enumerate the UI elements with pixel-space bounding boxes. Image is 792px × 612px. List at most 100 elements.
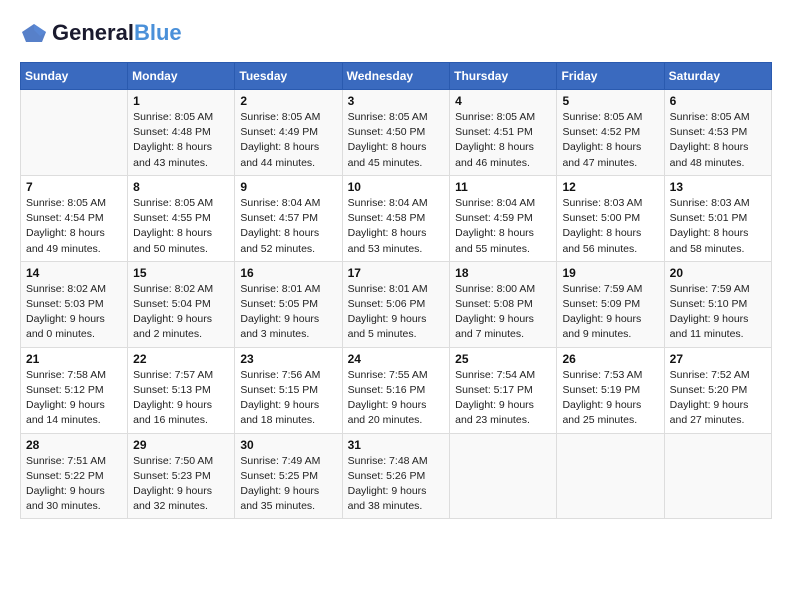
day-cell: 3 Sunrise: 8:05 AMSunset: 4:50 PMDaylight… bbox=[342, 90, 450, 176]
day-number: 11 bbox=[455, 180, 551, 194]
page-header: GeneralBlue bbox=[20, 20, 772, 46]
day-number: 5 bbox=[562, 94, 658, 108]
day-info: Sunrise: 8:05 AMSunset: 4:52 PMDaylight:… bbox=[562, 110, 658, 171]
day-cell: 29 Sunrise: 7:50 AMSunset: 5:23 PMDayligh… bbox=[128, 433, 235, 519]
day-cell: 9 Sunrise: 8:04 AMSunset: 4:57 PMDaylight… bbox=[235, 175, 342, 261]
day-cell: 12 Sunrise: 8:03 AMSunset: 5:00 PMDayligh… bbox=[557, 175, 664, 261]
day-number: 1 bbox=[133, 94, 229, 108]
day-info: Sunrise: 7:55 AMSunset: 5:16 PMDaylight:… bbox=[348, 368, 445, 429]
header-saturday: Saturday bbox=[664, 63, 771, 90]
week-row-2: 7 Sunrise: 8:05 AMSunset: 4:54 PMDaylight… bbox=[21, 175, 772, 261]
day-cell: 4 Sunrise: 8:05 AMSunset: 4:51 PMDaylight… bbox=[450, 90, 557, 176]
day-number: 9 bbox=[240, 180, 336, 194]
day-info: Sunrise: 8:05 AMSunset: 4:49 PMDaylight:… bbox=[240, 110, 336, 171]
day-cell: 18 Sunrise: 8:00 AMSunset: 5:08 PMDayligh… bbox=[450, 261, 557, 347]
calendar-header-row: SundayMondayTuesdayWednesdayThursdayFrid… bbox=[21, 63, 772, 90]
day-cell bbox=[21, 90, 128, 176]
day-info: Sunrise: 8:05 AMSunset: 4:51 PMDaylight:… bbox=[455, 110, 551, 171]
day-info: Sunrise: 8:05 AMSunset: 4:55 PMDaylight:… bbox=[133, 196, 229, 257]
day-number: 10 bbox=[348, 180, 445, 194]
day-info: Sunrise: 7:53 AMSunset: 5:19 PMDaylight:… bbox=[562, 368, 658, 429]
day-cell: 6 Sunrise: 8:05 AMSunset: 4:53 PMDaylight… bbox=[664, 90, 771, 176]
header-friday: Friday bbox=[557, 63, 664, 90]
week-row-5: 28 Sunrise: 7:51 AMSunset: 5:22 PMDayligh… bbox=[21, 433, 772, 519]
day-info: Sunrise: 8:02 AMSunset: 5:03 PMDaylight:… bbox=[26, 282, 122, 343]
day-info: Sunrise: 8:04 AMSunset: 4:57 PMDaylight:… bbox=[240, 196, 336, 257]
day-number: 22 bbox=[133, 352, 229, 366]
day-cell: 13 Sunrise: 8:03 AMSunset: 5:01 PMDayligh… bbox=[664, 175, 771, 261]
week-row-1: 1 Sunrise: 8:05 AMSunset: 4:48 PMDaylight… bbox=[21, 90, 772, 176]
day-info: Sunrise: 8:01 AMSunset: 5:06 PMDaylight:… bbox=[348, 282, 445, 343]
day-cell: 28 Sunrise: 7:51 AMSunset: 5:22 PMDayligh… bbox=[21, 433, 128, 519]
day-info: Sunrise: 7:59 AMSunset: 5:09 PMDaylight:… bbox=[562, 282, 658, 343]
day-cell: 22 Sunrise: 7:57 AMSunset: 5:13 PMDayligh… bbox=[128, 347, 235, 433]
day-number: 26 bbox=[562, 352, 658, 366]
day-info: Sunrise: 7:57 AMSunset: 5:13 PMDaylight:… bbox=[133, 368, 229, 429]
day-number: 19 bbox=[562, 266, 658, 280]
day-info: Sunrise: 7:48 AMSunset: 5:26 PMDaylight:… bbox=[348, 454, 445, 515]
day-number: 3 bbox=[348, 94, 445, 108]
day-number: 14 bbox=[26, 266, 122, 280]
logo-icon bbox=[20, 22, 48, 44]
day-number: 18 bbox=[455, 266, 551, 280]
day-cell: 11 Sunrise: 8:04 AMSunset: 4:59 PMDayligh… bbox=[450, 175, 557, 261]
day-cell bbox=[664, 433, 771, 519]
day-cell: 10 Sunrise: 8:04 AMSunset: 4:58 PMDayligh… bbox=[342, 175, 450, 261]
day-number: 21 bbox=[26, 352, 122, 366]
day-info: Sunrise: 7:58 AMSunset: 5:12 PMDaylight:… bbox=[26, 368, 122, 429]
header-wednesday: Wednesday bbox=[342, 63, 450, 90]
day-cell: 21 Sunrise: 7:58 AMSunset: 5:12 PMDayligh… bbox=[21, 347, 128, 433]
day-number: 29 bbox=[133, 438, 229, 452]
day-info: Sunrise: 8:05 AMSunset: 4:50 PMDaylight:… bbox=[348, 110, 445, 171]
day-number: 31 bbox=[348, 438, 445, 452]
day-info: Sunrise: 8:00 AMSunset: 5:08 PMDaylight:… bbox=[455, 282, 551, 343]
day-number: 6 bbox=[670, 94, 766, 108]
day-info: Sunrise: 7:54 AMSunset: 5:17 PMDaylight:… bbox=[455, 368, 551, 429]
day-info: Sunrise: 8:05 AMSunset: 4:48 PMDaylight:… bbox=[133, 110, 229, 171]
header-tuesday: Tuesday bbox=[235, 63, 342, 90]
day-cell: 1 Sunrise: 8:05 AMSunset: 4:48 PMDaylight… bbox=[128, 90, 235, 176]
day-info: Sunrise: 8:03 AMSunset: 5:00 PMDaylight:… bbox=[562, 196, 658, 257]
day-info: Sunrise: 7:52 AMSunset: 5:20 PMDaylight:… bbox=[670, 368, 766, 429]
day-cell: 23 Sunrise: 7:56 AMSunset: 5:15 PMDayligh… bbox=[235, 347, 342, 433]
day-number: 28 bbox=[26, 438, 122, 452]
day-info: Sunrise: 8:05 AMSunset: 4:53 PMDaylight:… bbox=[670, 110, 766, 171]
day-info: Sunrise: 8:04 AMSunset: 4:59 PMDaylight:… bbox=[455, 196, 551, 257]
logo-text: GeneralBlue bbox=[52, 20, 182, 46]
day-cell: 30Sunrise: 7:49 AMSunset: 5:25 PMDayligh… bbox=[235, 433, 342, 519]
day-info: Sunrise: 8:03 AMSunset: 5:01 PMDaylight:… bbox=[670, 196, 766, 257]
day-info: Sunrise: 7:51 AMSunset: 5:22 PMDaylight:… bbox=[26, 454, 122, 515]
day-info: Sunrise: 8:02 AMSunset: 5:04 PMDaylight:… bbox=[133, 282, 229, 343]
day-number: 17 bbox=[348, 266, 445, 280]
week-row-3: 14 Sunrise: 8:02 AMSunset: 5:03 PMDayligh… bbox=[21, 261, 772, 347]
header-sunday: Sunday bbox=[21, 63, 128, 90]
calendar-table: SundayMondayTuesdayWednesdayThursdayFrid… bbox=[20, 62, 772, 519]
day-cell: 8 Sunrise: 8:05 AMSunset: 4:55 PMDaylight… bbox=[128, 175, 235, 261]
day-number: 20 bbox=[670, 266, 766, 280]
day-cell: 24 Sunrise: 7:55 AMSunset: 5:16 PMDayligh… bbox=[342, 347, 450, 433]
day-cell: 25Sunrise: 7:54 AMSunset: 5:17 PMDayligh… bbox=[450, 347, 557, 433]
day-number: 24 bbox=[348, 352, 445, 366]
logo: GeneralBlue bbox=[20, 20, 182, 46]
day-number: 15 bbox=[133, 266, 229, 280]
day-number: 23 bbox=[240, 352, 336, 366]
day-info: Sunrise: 7:50 AMSunset: 5:23 PMDaylight:… bbox=[133, 454, 229, 515]
day-cell: 16Sunrise: 8:01 AMSunset: 5:05 PMDayligh… bbox=[235, 261, 342, 347]
week-row-4: 21 Sunrise: 7:58 AMSunset: 5:12 PMDayligh… bbox=[21, 347, 772, 433]
day-info: Sunrise: 8:05 AMSunset: 4:54 PMDaylight:… bbox=[26, 196, 122, 257]
day-cell: 2Sunrise: 8:05 AMSunset: 4:49 PMDaylight… bbox=[235, 90, 342, 176]
day-info: Sunrise: 8:04 AMSunset: 4:58 PMDaylight:… bbox=[348, 196, 445, 257]
day-number: 13 bbox=[670, 180, 766, 194]
day-number: 8 bbox=[133, 180, 229, 194]
day-cell bbox=[557, 433, 664, 519]
day-info: Sunrise: 7:56 AMSunset: 5:15 PMDaylight:… bbox=[240, 368, 336, 429]
day-number: 4 bbox=[455, 94, 551, 108]
day-cell: 19 Sunrise: 7:59 AMSunset: 5:09 PMDayligh… bbox=[557, 261, 664, 347]
day-cell: 14 Sunrise: 8:02 AMSunset: 5:03 PMDayligh… bbox=[21, 261, 128, 347]
day-number: 12 bbox=[562, 180, 658, 194]
day-cell: 20Sunrise: 7:59 AMSunset: 5:10 PMDayligh… bbox=[664, 261, 771, 347]
day-cell: 27Sunrise: 7:52 AMSunset: 5:20 PMDayligh… bbox=[664, 347, 771, 433]
day-cell: 17 Sunrise: 8:01 AMSunset: 5:06 PMDayligh… bbox=[342, 261, 450, 347]
day-cell: 7 Sunrise: 8:05 AMSunset: 4:54 PMDaylight… bbox=[21, 175, 128, 261]
day-number: 7 bbox=[26, 180, 122, 194]
